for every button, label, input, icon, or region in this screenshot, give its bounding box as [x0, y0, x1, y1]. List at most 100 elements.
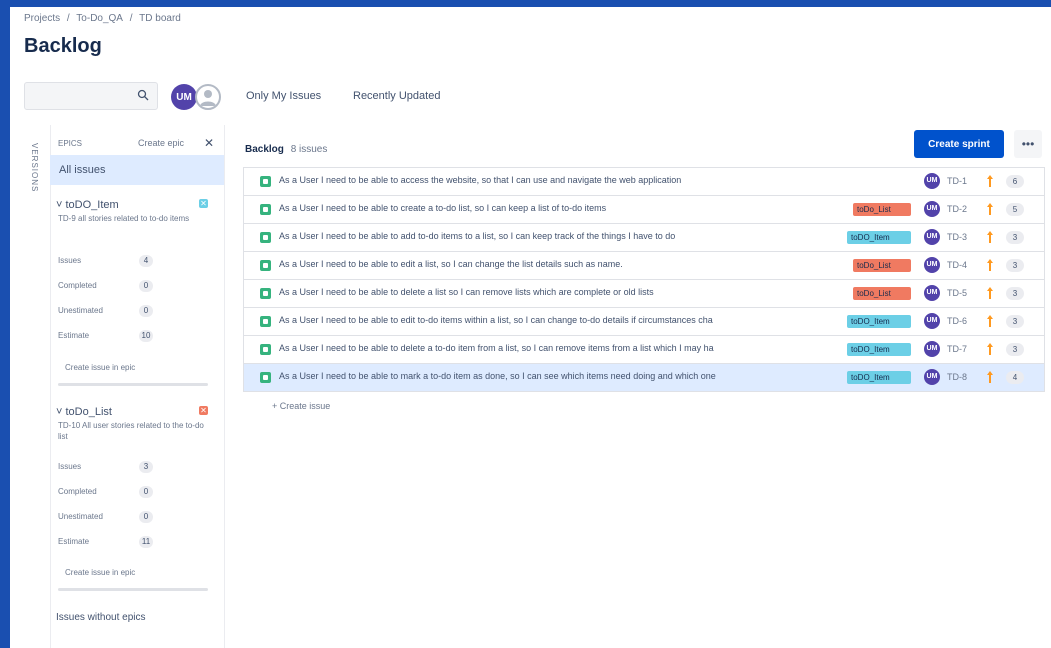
estimate-badge: 4	[1006, 371, 1024, 384]
priority-icon	[987, 231, 993, 243]
epic-label[interactable]: toDO_Item	[847, 343, 911, 356]
stat-label: Unestimated	[58, 306, 103, 315]
issue-row[interactable]: As a User I need to be able to delete a …	[244, 280, 1044, 308]
issue-summary[interactable]: As a User I need to be able to create a …	[279, 203, 839, 213]
all-issues-item[interactable]: All issues	[50, 155, 224, 185]
issue-row[interactable]: As a User I need to be able to add to-do…	[244, 224, 1044, 252]
issue-summary[interactable]: As a User I need to be able to delete a …	[279, 287, 839, 297]
stat-label: Issues	[58, 256, 82, 265]
stat-label: Issues	[58, 462, 82, 471]
epics-panel: EPICS Create epic ✕ All issues ˅ toDO_It…	[50, 125, 225, 648]
epic-description: TD-10 All user stories related to the to…	[58, 421, 204, 441]
epic-label[interactable]: toDo_List	[853, 259, 911, 272]
assignee-avatar[interactable]: UM	[924, 229, 940, 245]
epic-label[interactable]: toDO_Item	[847, 371, 911, 384]
backlog-page: Projects / To-Do_QA / TD board Backlog U…	[10, 7, 1051, 648]
assignee-avatar[interactable]: UM	[924, 201, 940, 217]
estimate-badge: 3	[1006, 231, 1024, 244]
search-input[interactable]	[24, 82, 158, 110]
avatar-user-icon[interactable]	[195, 84, 221, 110]
more-actions-icon[interactable]: •••	[1014, 130, 1042, 158]
issue-row[interactable]: As a User I need to be able to delete a …	[244, 336, 1044, 364]
story-icon	[260, 372, 271, 383]
breadcrumb-projects[interactable]: Projects	[24, 13, 60, 24]
issue-key[interactable]: TD-1	[947, 176, 967, 186]
issue-key[interactable]: TD-3	[947, 232, 967, 242]
story-icon	[260, 260, 271, 271]
stat-value: 11	[139, 536, 153, 548]
story-icon	[260, 344, 271, 355]
issue-summary[interactable]: As a User I need to be able to edit a li…	[279, 259, 839, 269]
issue-key[interactable]: TD-4	[947, 260, 967, 270]
epic-name[interactable]: ˅ toDo_List	[56, 406, 112, 418]
priority-icon	[987, 343, 993, 355]
issue-key[interactable]: TD-8	[947, 372, 967, 382]
issue-summary[interactable]: As a User I need to be able to mark a to…	[279, 371, 839, 381]
issue-row[interactable]: As a User I need to be able to mark a to…	[244, 364, 1044, 392]
create-issue-in-epic-link[interactable]: Create issue in epic	[65, 568, 135, 577]
stat-value: 0	[139, 486, 153, 498]
epic-label[interactable]: toDO_Item	[847, 231, 911, 244]
stat-label: Estimate	[58, 331, 90, 340]
breadcrumb-board[interactable]: TD board	[139, 13, 181, 24]
only-my-issues-filter[interactable]: Only My Issues	[246, 90, 321, 102]
issue-key[interactable]: TD-5	[947, 288, 967, 298]
avatar[interactable]: UM	[171, 84, 197, 110]
stat-value: 10	[139, 330, 153, 342]
breadcrumb-separator: /	[66, 13, 70, 24]
breadcrumb: Projects / To-Do_QA / TD board	[24, 13, 185, 24]
epic-divider	[58, 383, 208, 386]
estimate-badge: 3	[1006, 287, 1024, 300]
epic-label[interactable]: toDo_List	[853, 203, 911, 216]
estimate-badge: 3	[1006, 315, 1024, 328]
create-issue-in-epic-link[interactable]: Create issue in epic	[65, 363, 135, 372]
issue-summary[interactable]: As a User I need to be able to access th…	[279, 175, 839, 185]
stat-label: Unestimated	[58, 512, 103, 521]
assignee-avatar[interactable]: UM	[924, 257, 940, 273]
issues-without-epics-item[interactable]: Issues without epics	[56, 612, 146, 623]
epic-name[interactable]: ˅ toDO_Item	[56, 199, 119, 211]
recently-updated-filter[interactable]: Recently Updated	[353, 90, 440, 102]
versions-label: VERSIONS	[30, 143, 39, 193]
issue-summary[interactable]: As a User I need to be able to add to-do…	[279, 231, 839, 241]
priority-icon	[987, 371, 993, 383]
assignee-avatar[interactable]: UM	[924, 341, 940, 357]
story-icon	[260, 204, 271, 215]
stat-label: Estimate	[58, 537, 90, 546]
epic-color-badge: ✕	[199, 199, 208, 208]
assignee-avatar[interactable]: UM	[924, 369, 940, 385]
issue-row[interactable]: As a User I need to be able to edit a li…	[244, 252, 1044, 280]
issue-list: As a User I need to be able to access th…	[243, 167, 1045, 392]
estimate-badge: 3	[1006, 343, 1024, 356]
issue-summary[interactable]: As a User I need to be able to delete a …	[279, 343, 839, 353]
assignee-avatar[interactable]: UM	[924, 285, 940, 301]
create-epic-link[interactable]: Create epic	[138, 138, 184, 148]
issue-key[interactable]: TD-6	[947, 316, 967, 326]
assignee-avatar[interactable]: UM	[924, 313, 940, 329]
create-issue-link[interactable]: + Create issue	[272, 401, 330, 411]
stat-value: 4	[139, 255, 153, 267]
stat-value: 0	[139, 305, 153, 317]
issue-key[interactable]: TD-2	[947, 204, 967, 214]
breadcrumb-project[interactable]: To-Do_QA	[76, 13, 123, 24]
issue-row[interactable]: As a User I need to be able to access th…	[244, 168, 1044, 196]
priority-icon	[987, 287, 993, 299]
backlog-title: Backlog	[245, 144, 284, 155]
close-icon[interactable]: ✕	[204, 136, 214, 150]
issue-row[interactable]: As a User I need to be able to create a …	[244, 196, 1044, 224]
story-icon	[260, 232, 271, 243]
epic-color-badge: ✕	[199, 406, 208, 415]
versions-rail[interactable]: VERSIONS	[24, 125, 51, 648]
breadcrumb-separator: /	[129, 13, 133, 24]
issue-row[interactable]: As a User I need to be able to edit to-d…	[244, 308, 1044, 336]
epic-divider	[58, 588, 208, 591]
create-sprint-button[interactable]: Create sprint	[914, 130, 1004, 158]
epic-label[interactable]: toDo_List	[853, 287, 911, 300]
epic-description: TD-9 all stories related to to-do items	[58, 214, 190, 223]
epic-label[interactable]: toDO_Item	[847, 315, 911, 328]
issue-summary[interactable]: As a User I need to be able to edit to-d…	[279, 315, 839, 325]
stat-value: 0	[139, 280, 153, 292]
story-icon	[260, 316, 271, 327]
issue-key[interactable]: TD-7	[947, 344, 967, 354]
assignee-avatar[interactable]: UM	[924, 173, 940, 189]
